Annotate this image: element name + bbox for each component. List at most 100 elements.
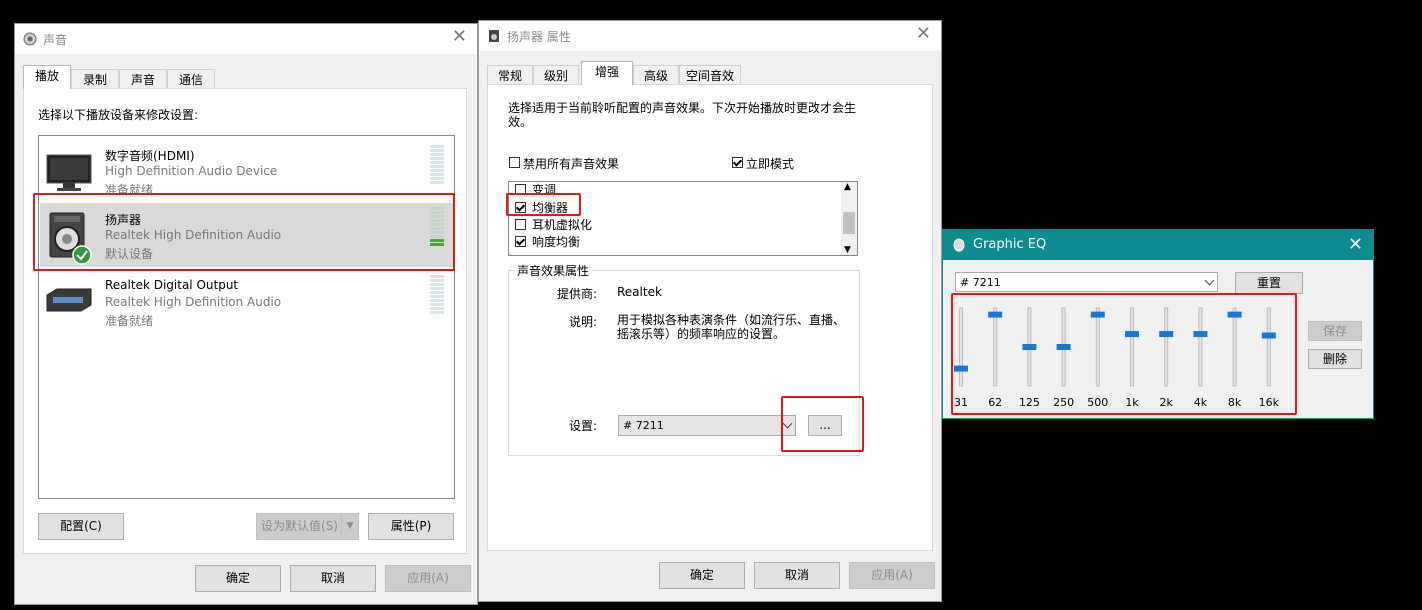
eq-band-label: 500 <box>1087 396 1108 409</box>
eq-thumb-4k[interactable] <box>1193 331 1208 338</box>
save-button[interactable]: 保存 <box>1308 321 1362 341</box>
close-icon[interactable]: ✕ <box>1348 234 1363 255</box>
device-name: 数字音频(HDMI) <box>105 149 195 163</box>
device-status: 准备就绪 <box>105 183 154 197</box>
scroll-up-icon[interactable]: ▲ <box>844 182 851 192</box>
provider-label: 提供商: <box>557 287 598 301</box>
scroll-thumb[interactable] <box>843 212 855 234</box>
chevron-down-icon[interactable]: ▼ <box>341 514 358 539</box>
title-bar: 声音 ✕ <box>15 24 477 54</box>
eq-thumb-125[interactable] <box>1022 344 1037 350</box>
window-title: 扬声器 属性 <box>507 30 571 44</box>
set-default-button[interactable]: 设为默认值(S) ▼ <box>256 513 359 540</box>
effect-checkbox-pitch[interactable] <box>515 184 526 195</box>
speaker-properties-window: 扬声器 属性 ✕ 常规 级别 增强 高级 空间音效 选择适用于当前聆听配置的声音… <box>478 20 942 602</box>
device-item-digital-output[interactable]: Realtek Digital Output Realtek High Defi… <box>40 269 453 333</box>
instruction-text: 选择以下播放设备来修改设置: <box>38 108 199 122</box>
eq-band-label: 250 <box>1053 396 1074 409</box>
setting-dropdown[interactable]: # 7211 <box>618 415 796 436</box>
eq-band-label: 1k <box>1125 396 1139 409</box>
tab-levels[interactable]: 级别 <box>533 65 579 85</box>
provider-value: Realtek <box>617 285 662 299</box>
volume-meter <box>430 275 444 315</box>
eq-band-label: 2k <box>1160 396 1174 409</box>
eq-thumb-2k[interactable] <box>1159 331 1174 338</box>
monitor-icon <box>46 154 92 191</box>
eq-track-2k <box>1164 307 1169 387</box>
effect-label: 响度均衡 <box>532 235 581 249</box>
eq-thumb-500[interactable] <box>1090 311 1105 318</box>
device-item-hdmi[interactable]: 数字音频(HDMI) High Definition Audio Device … <box>40 137 453 201</box>
eq-thumb-16k[interactable] <box>1261 332 1276 339</box>
disable-all-checkbox[interactable] <box>509 157 520 168</box>
delete-button[interactable]: 删除 <box>1308 349 1362 369</box>
eq-track-500 <box>1095 307 1100 387</box>
eq-track-4k <box>1198 307 1203 387</box>
tab-sounds[interactable]: 声音 <box>119 69 167 89</box>
scrollbar[interactable]: ▲ ▼ <box>841 182 857 255</box>
tab-advanced[interactable]: 高级 <box>633 65 679 85</box>
eq-band-label: 31 <box>954 396 968 409</box>
eq-band-area: 31 62 125 250 500 1k 2k 4k 8k 16k <box>949 294 1297 416</box>
close-icon[interactable]: ✕ <box>916 25 931 43</box>
eq-app-icon <box>953 238 965 252</box>
tab-recording[interactable]: 录制 <box>71 69 119 89</box>
sound-window: 声音 ✕ 播放 录制 声音 通信 选择以下播放设备来修改设置: 数字音频(HDM… <box>14 23 478 605</box>
disable-all-label: 禁用所有声音效果 <box>523 157 620 171</box>
explain-label: 说明: <box>569 315 598 329</box>
effects-list[interactable]: 变调 均衡器 耳机虚拟化 响度均衡 ▲ ▼ <box>508 181 858 256</box>
tab-general[interactable]: 常规 <box>487 65 533 85</box>
tab-enhancements[interactable]: 增强 <box>581 61 633 85</box>
eq-band-label: 125 <box>1019 396 1040 409</box>
volume-meter <box>430 145 444 185</box>
eq-thumb-1k[interactable] <box>1125 331 1139 338</box>
close-icon[interactable]: ✕ <box>452 28 467 46</box>
eq-track-62 <box>993 307 998 387</box>
eq-thumb-250[interactable] <box>1056 344 1071 350</box>
effect-label: 均衡器 <box>532 201 569 215</box>
properties-button[interactable]: 属性(P) <box>368 513 454 540</box>
configure-button[interactable]: 配置(C) <box>38 513 124 540</box>
tab-spatial-sound[interactable]: 空间音效 <box>679 65 741 85</box>
device-driver: Realtek High Definition Audio <box>105 295 282 309</box>
playback-panel: 选择以下播放设备来修改设置: 数字音频(HDMI) High Definitio… <box>23 88 467 554</box>
eq-thumb-62[interactable] <box>988 311 1003 318</box>
chevron-down-icon <box>1204 275 1215 286</box>
cancel-button[interactable]: 取消 <box>290 565 376 592</box>
immediate-mode-checkbox[interactable] <box>732 157 743 168</box>
eq-track-31 <box>959 307 963 387</box>
volume-meter <box>430 207 444 247</box>
apply-button[interactable]: 应用(A) <box>385 565 471 592</box>
effect-checkbox-equalizer[interactable] <box>515 202 526 213</box>
device-status: 准备就绪 <box>105 314 154 328</box>
speaker-app-icon <box>489 30 499 42</box>
scroll-down-icon[interactable]: ▼ <box>844 245 851 255</box>
eq-sliders[interactable]: 31 62 125 250 500 1k 2k 4k 8k 16k <box>949 294 1297 416</box>
eq-thumb-8k[interactable] <box>1227 311 1242 318</box>
ellipsis-button[interactable]: ... <box>808 415 842 436</box>
window-title: 声音 <box>43 33 68 47</box>
enhancements-panel: 选择适用于当前聆听配置的声音效果。下次开始播放时更改才会生效。 禁用所有声音效果… <box>487 84 933 551</box>
group-title: 声音效果属性 <box>515 262 592 279</box>
eq-band-label: 8k <box>1228 396 1242 409</box>
enhancements-description: 选择适用于当前聆听配置的声音效果。下次开始播放时更改才会生效。 <box>508 101 857 129</box>
eq-band-label: 62 <box>988 396 1002 409</box>
default-check-icon <box>72 245 92 265</box>
effect-label: 变调 <box>532 183 557 197</box>
effect-checkbox-headphone-virtualization[interactable] <box>515 219 526 230</box>
setting-label: 设置: <box>569 419 598 433</box>
eq-thumb-31[interactable] <box>954 365 968 372</box>
effect-properties-group: 声音效果属性 提供商: Realtek 说明: 用于模拟各种表演条件（如流行乐、… <box>508 262 860 456</box>
chevron-down-icon <box>782 418 793 429</box>
device-list[interactable]: 数字音频(HDMI) High Definition Audio Device … <box>38 135 455 499</box>
ok-button[interactable]: 确定 <box>195 565 281 592</box>
preset-dropdown[interactable]: # 7211 <box>955 272 1218 292</box>
cancel-button[interactable]: 取消 <box>754 562 840 589</box>
ok-button[interactable]: 确定 <box>659 562 745 589</box>
effect-checkbox-loudness[interactable] <box>515 236 526 247</box>
apply-button[interactable]: 应用(A) <box>849 562 935 589</box>
device-item-speakers[interactable]: 扬声器 Realtek High Definition Audio 默认设备 <box>40 203 453 267</box>
reset-button[interactable]: 重置 <box>1235 272 1303 294</box>
tab-playback[interactable]: 播放 <box>23 65 71 89</box>
tab-communications[interactable]: 通信 <box>167 69 215 89</box>
